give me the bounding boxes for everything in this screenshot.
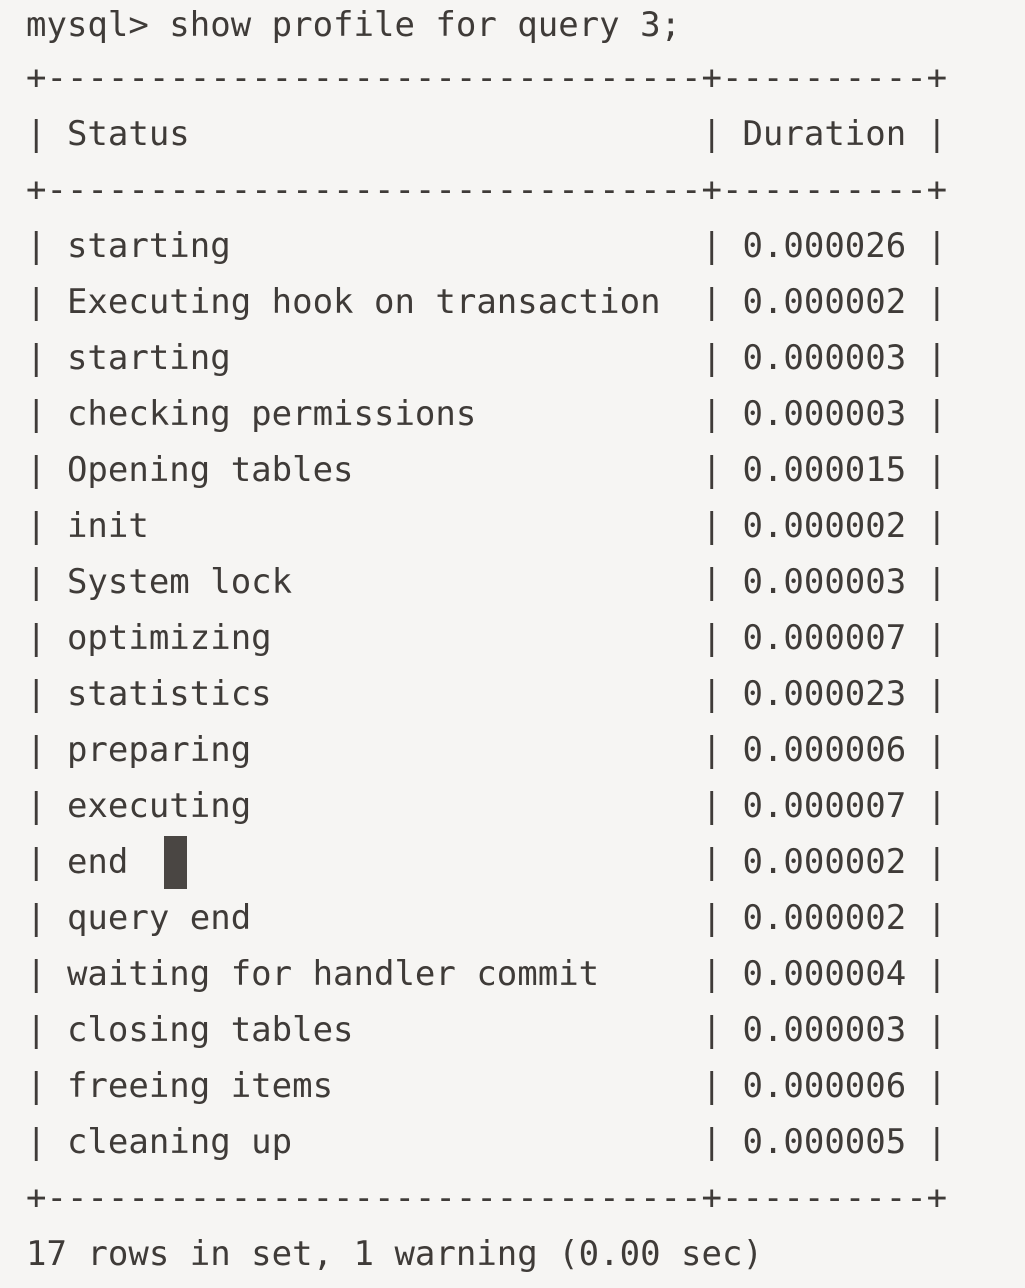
cell-duration: | 0.000005 |	[701, 1122, 948, 1162]
cell-duration: | 0.000026 |	[701, 226, 948, 266]
table-row: | executing | 0.000007 |	[0, 778, 1025, 834]
table-row: | optimizing | 0.000007 |	[0, 610, 1025, 666]
table-header-border: +--------------------------------+------…	[26, 170, 948, 210]
cell-duration: | 0.000003 |	[701, 338, 948, 378]
table-row: | waiting for handler commit | 0.000004 …	[0, 946, 1025, 1002]
table-bottom-border: +--------------------------------+------…	[26, 1178, 948, 1218]
table-row: | preparing | 0.000006 |	[0, 722, 1025, 778]
cell-duration: | 0.000002 |	[701, 506, 948, 546]
table-row: | end | 0.000002 |	[0, 834, 1025, 890]
table-row: | checking permissions | 0.000003 |	[0, 386, 1025, 442]
cell-duration: | 0.000002 |	[701, 282, 948, 322]
cell-status: | cleaning up	[26, 1122, 702, 1162]
table-header-row: | Status | Duration |	[26, 114, 948, 154]
table-row: | query end | 0.000002 |	[0, 890, 1025, 946]
cell-status: | Opening tables	[26, 450, 702, 490]
cell-status: | waiting for handler commit	[26, 954, 702, 994]
cell-status: | Executing hook on transaction	[26, 282, 702, 322]
cell-status: | System lock	[26, 562, 702, 602]
cell-duration: | 0.000002 |	[701, 842, 948, 882]
text-cursor	[164, 836, 187, 889]
cell-duration: | 0.000002 |	[701, 898, 948, 938]
cell-duration: | 0.000004 |	[701, 954, 948, 994]
cell-duration: | 0.000023 |	[701, 674, 948, 714]
cell-status: | query end	[26, 898, 702, 938]
cell-duration: | 0.000003 |	[701, 562, 948, 602]
cell-status: | end	[26, 842, 702, 882]
table-row: | starting | 0.000026 |	[0, 218, 1025, 274]
result-status-line: 17 rows in set, 1 warning (0.00 sec)	[26, 1234, 763, 1274]
cell-duration: | 0.000007 |	[701, 786, 948, 826]
table-row: | System lock | 0.000003 |	[0, 554, 1025, 610]
table-row: | cleaning up | 0.000005 |	[0, 1114, 1025, 1170]
cell-status: | optimizing	[26, 618, 702, 658]
cell-status: | statistics	[26, 674, 702, 714]
table-row: | init | 0.000002 |	[0, 498, 1025, 554]
table-row: | closing tables | 0.000003 |	[0, 1002, 1025, 1058]
cell-status: | init	[26, 506, 702, 546]
cell-duration: | 0.000007 |	[701, 618, 948, 658]
terminal-window[interactable]: mysql> show profile for query 3; +------…	[0, 0, 1025, 1288]
cell-status: | checking permissions	[26, 394, 702, 434]
cell-status: | starting	[26, 226, 702, 266]
table-body: | starting | 0.000026 | | Executing hook …	[0, 218, 1025, 1170]
table-row: | starting | 0.000003 |	[0, 330, 1025, 386]
table-row: | statistics | 0.000023 |	[0, 666, 1025, 722]
cell-status: | closing tables	[26, 1010, 702, 1050]
cell-duration: | 0.000006 |	[701, 730, 948, 770]
cell-duration: | 0.000003 |	[701, 394, 948, 434]
cell-status: | starting	[26, 338, 702, 378]
cell-duration: | 0.000003 |	[701, 1010, 948, 1050]
cell-status: | freeing items	[26, 1066, 702, 1106]
table-row: | Executing hook on transaction | 0.0000…	[0, 274, 1025, 330]
cell-duration: | 0.000015 |	[701, 450, 948, 490]
table-row: | Opening tables | 0.000015 |	[0, 442, 1025, 498]
cell-duration: | 0.000006 |	[701, 1066, 948, 1106]
cell-status: | executing	[26, 786, 702, 826]
cell-status: | preparing	[26, 730, 702, 770]
table-row: | freeing items | 0.000006 |	[0, 1058, 1025, 1114]
command-prompt-line[interactable]: mysql> show profile for query 3;	[0, 0, 1025, 50]
table-top-border: +--------------------------------+------…	[26, 58, 948, 98]
